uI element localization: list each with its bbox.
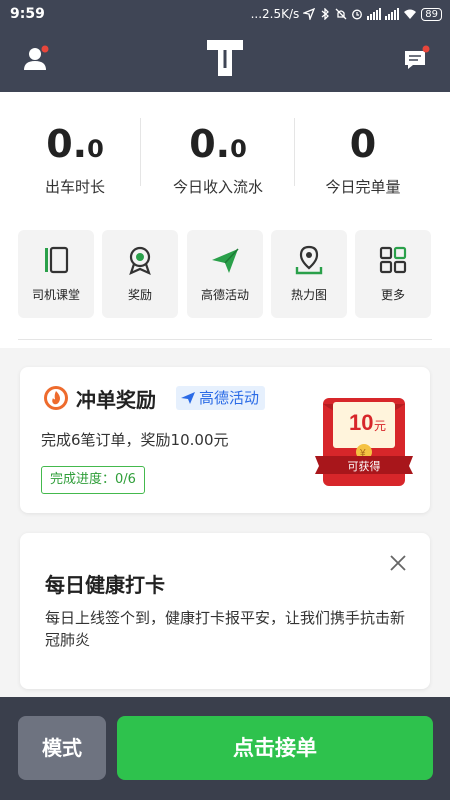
book-icon	[45, 246, 69, 274]
close-icon[interactable]	[388, 553, 408, 573]
net-speed: ...2.5K/s	[250, 7, 300, 21]
take-order-button[interactable]: 点击接单	[117, 716, 433, 780]
location-pin-icon	[295, 245, 323, 275]
divider	[140, 118, 141, 186]
today-stats: 0.0 出车时长 0.0 今日收入流水 0 今日完单量	[0, 92, 450, 208]
status-time: 9:59	[10, 6, 45, 22]
stat-value: 0	[349, 122, 377, 166]
tile-amap-activity[interactable]: 高德活动	[187, 230, 263, 318]
location-arrow-icon	[303, 8, 316, 20]
amap-logo-icon	[207, 40, 243, 76]
signal-icon	[367, 8, 382, 20]
activity-tag-label: 高德活动	[199, 389, 260, 407]
wifi-icon	[404, 9, 417, 19]
divider	[18, 339, 432, 340]
user-icon[interactable]	[22, 44, 50, 72]
top-header: 9:59 ...2.5K/s 89	[0, 0, 450, 92]
stat-orders: 0 今日完单量	[288, 92, 438, 208]
alarm-icon	[352, 9, 363, 20]
reward-description: 完成6笔订单，奖励10.00元	[41, 431, 229, 449]
reward-progress: 完成进度：0/6	[41, 466, 145, 494]
quick-actions: 司机课堂 奖励 高德活动 热力图 更多	[0, 208, 450, 348]
tile-label: 热力图	[290, 288, 327, 302]
message-icon[interactable]	[402, 44, 430, 72]
stat-income: 0.0 今日收入流水	[143, 92, 293, 208]
tile-label: 奖励	[127, 288, 152, 302]
stat-drive-time: 0.0 出车时长	[0, 92, 150, 208]
tile-heatmap[interactable]: 热力图	[271, 230, 347, 318]
battery-icon: 89	[421, 7, 442, 21]
status-indicators: ...2.5K/s 89	[251, 7, 442, 21]
health-title: 每日健康打卡	[45, 573, 165, 597]
packet-unit: 元	[374, 419, 386, 433]
mode-button[interactable]: 模式	[18, 716, 106, 780]
red-packet-icon: 10 元 ¥ 可获得	[315, 398, 413, 486]
tile-label: 更多	[380, 288, 405, 302]
stat-label: 今日收入流水	[172, 178, 263, 196]
signal-icon	[385, 8, 400, 20]
activity-tag: 高德活动	[176, 386, 266, 410]
health-description: 每日上线签个到，健康打卡报平安，让我们携手抗击新冠肺炎	[45, 609, 406, 649]
paper-plane-icon	[181, 392, 195, 404]
tile-label: 高德活动	[200, 288, 249, 302]
status-bar: 9:59 ...2.5K/s 89	[0, 0, 450, 30]
stat-label: 今日完单量	[325, 178, 401, 196]
tile-reward[interactable]: 奖励	[102, 230, 178, 318]
fire-icon	[44, 386, 68, 410]
stat-value: 0.0	[46, 122, 104, 166]
medal-icon	[129, 246, 151, 275]
tile-more[interactable]: 更多	[355, 230, 431, 318]
health-checkin-card[interactable]: 每日健康打卡 每日上线签个到，健康打卡报平安，让我们携手抗击新冠肺炎	[20, 533, 430, 689]
stat-value: 0.0	[189, 122, 247, 166]
bluetooth-icon	[321, 8, 330, 20]
grid-icon	[379, 246, 407, 274]
reward-title: 冲单奖励	[76, 388, 156, 412]
reward-card[interactable]: 冲单奖励 高德活动 完成6笔订单，奖励10.00元 完成进度：0/6 10 元 …	[20, 367, 430, 513]
bottom-bar: 模式 点击接单	[0, 697, 450, 800]
packet-amount: 10	[349, 410, 373, 435]
paper-plane-icon	[212, 248, 239, 273]
tile-driver-class[interactable]: 司机课堂	[18, 230, 94, 318]
stat-label: 出车时长	[44, 178, 105, 196]
mute-icon	[335, 8, 347, 20]
tile-label: 司机课堂	[31, 288, 80, 302]
packet-label: 可获得	[348, 460, 381, 473]
